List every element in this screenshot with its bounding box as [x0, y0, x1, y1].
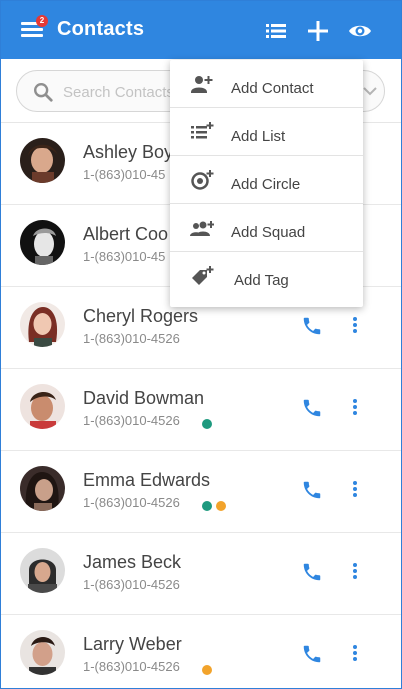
status-dot [202, 501, 212, 511]
contact-phone: 1-(863)010-4526 [83, 331, 180, 346]
add-circle-icon [191, 170, 214, 190]
avatar [20, 302, 65, 347]
page-title: Contacts [57, 18, 145, 40]
chevron-down-icon[interactable] [360, 81, 380, 101]
avatar [20, 548, 65, 593]
search-icon [34, 83, 53, 102]
menu-item-label: Add Circle [231, 176, 301, 193]
notification-badge: 2 [36, 15, 48, 27]
status-indicators [202, 665, 212, 675]
contact-phone: 1-(863)010-4526 [83, 577, 180, 592]
menu-item-add-tag[interactable]: Add Tag [170, 252, 363, 300]
more-options-button[interactable] [350, 645, 360, 663]
contact-phone: 1-(863)010-4526 [83, 659, 180, 674]
avatar [20, 630, 65, 675]
contact-row[interactable]: Emma Edwards 1-(863)010-4526 [1, 451, 401, 533]
list-view-icon[interactable] [264, 19, 288, 43]
contact-phone: 1-(863)010-4526 [83, 413, 180, 428]
contact-name: Ashley Boy [83, 142, 174, 162]
status-dot [216, 501, 226, 511]
menu-button[interactable]: 2 [21, 15, 48, 38]
menu-item-add-squad[interactable]: Add Squad [170, 204, 363, 252]
menu-item-label: Add Contact [231, 80, 314, 97]
avatar [20, 466, 65, 511]
contact-phone: 1-(863)010-45 [83, 249, 166, 264]
more-options-button[interactable] [350, 399, 360, 417]
status-dot [202, 665, 212, 675]
app-header: 2 Contacts [1, 1, 401, 59]
more-options-button[interactable] [350, 481, 360, 499]
eye-icon[interactable] [348, 19, 372, 43]
menu-item-add-list[interactable]: Add List [170, 108, 363, 156]
contact-name: Albert Coo [83, 224, 169, 244]
phone-icon[interactable] [301, 479, 323, 501]
more-options-button[interactable] [350, 563, 360, 581]
contact-name: Larry Weber [83, 634, 182, 654]
phone-icon[interactable] [301, 315, 323, 337]
contact-row[interactable]: David Bowman 1-(863)010-4526 [1, 369, 401, 451]
status-dot [202, 419, 212, 429]
contact-row[interactable]: Larry Weber 1-(863)010-4526 [1, 615, 401, 688]
add-contact-icon [191, 76, 213, 93]
contact-name: Cheryl Rogers [83, 306, 199, 326]
contact-phone: 1-(863)010-4526 [83, 495, 180, 510]
add-squad-icon [190, 221, 214, 236]
menu-item-label: Add Tag [234, 272, 289, 289]
contacts-app: 2 Contacts Search Contacts Ashley Boy 1-… [0, 0, 402, 689]
avatar [20, 138, 65, 183]
contact-name: David Bowman [83, 388, 205, 408]
phone-icon[interactable] [301, 643, 323, 665]
avatar [20, 220, 65, 265]
status-indicators [202, 501, 226, 511]
add-list-icon [191, 122, 214, 139]
contact-name: James Beck [83, 552, 182, 572]
status-indicators [202, 419, 212, 429]
add-tag-icon [192, 266, 214, 285]
add-menu: Add Contact Add List Add Circle Add Squa… [170, 60, 363, 307]
menu-item-add-contact[interactable]: Add Contact [170, 60, 363, 108]
phone-icon[interactable] [301, 397, 323, 419]
contact-phone: 1-(863)010-45 [83, 167, 166, 182]
menu-item-add-circle[interactable]: Add Circle [170, 156, 363, 204]
contact-name: Emma Edwards [83, 470, 211, 490]
add-icon[interactable] [306, 19, 330, 43]
menu-item-label: Add List [231, 128, 286, 145]
phone-icon[interactable] [301, 561, 323, 583]
avatar [20, 384, 65, 429]
contact-row[interactable]: James Beck 1-(863)010-4526 [1, 533, 401, 615]
more-options-button[interactable] [350, 317, 360, 335]
menu-item-label: Add Squad [231, 224, 306, 241]
